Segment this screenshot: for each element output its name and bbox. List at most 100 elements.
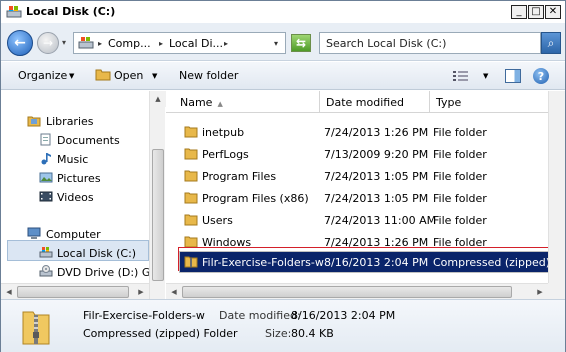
refresh-icon: ⇆ bbox=[295, 36, 307, 50]
folder-icon bbox=[184, 148, 198, 160]
column-header-type[interactable]: Type bbox=[430, 91, 565, 113]
minimize-button[interactable]: _ bbox=[511, 5, 527, 19]
breadcrumb-separator[interactable]: ▸ bbox=[224, 39, 228, 48]
computer-icon bbox=[27, 227, 41, 239]
scroll-right-icon[interactable]: ▶ bbox=[532, 284, 548, 300]
back-arrow-icon: ← bbox=[14, 35, 26, 51]
maximize-button[interactable]: □ bbox=[528, 5, 544, 19]
recent-pages-dropdown[interactable]: ▾ bbox=[62, 38, 66, 47]
breadcrumb-separator[interactable]: ▸ bbox=[98, 39, 102, 48]
file-date: 7/24/2013 1:05 PM bbox=[324, 192, 429, 205]
column-header-date[interactable]: Date modified bbox=[320, 91, 430, 113]
scroll-up-icon[interactable]: ▲ bbox=[150, 91, 166, 107]
nav-item-documents[interactable]: Documents bbox=[57, 134, 120, 147]
view-options-icon[interactable] bbox=[453, 70, 469, 82]
nav-item-pictures[interactable]: Pictures bbox=[57, 172, 101, 185]
details-pane: Filr-Exercise-Folders-w Compressed (zipp… bbox=[1, 299, 565, 352]
computer-icon bbox=[78, 37, 94, 49]
nav-item-videos[interactable]: Videos bbox=[57, 191, 94, 204]
column-header-row: Name ▲ Date modified Type bbox=[166, 91, 549, 113]
file-name: inetpub bbox=[202, 126, 245, 139]
organize-button[interactable]: Organize bbox=[18, 69, 67, 82]
close-button[interactable]: ✕ bbox=[545, 5, 561, 19]
scrollbar-corner bbox=[548, 283, 565, 299]
column-header-name[interactable]: Name ▲ bbox=[166, 91, 320, 113]
scroll-thumb[interactable] bbox=[152, 149, 164, 281]
nav-vertical-scrollbar[interactable]: ▲ bbox=[149, 91, 166, 299]
table-row-selected[interactable]: Filr-Exercise-Folders-w 8/16/2013 2:04 P… bbox=[179, 251, 565, 273]
file-name: Users bbox=[202, 214, 233, 227]
file-type: File folder bbox=[433, 192, 487, 205]
scroll-left-icon[interactable]: ◀ bbox=[166, 284, 182, 300]
file-type: File folder bbox=[433, 126, 487, 139]
drive-icon bbox=[6, 6, 22, 18]
breadcrumb-local-disk[interactable]: Local Di... bbox=[169, 37, 223, 50]
organize-caret-icon[interactable]: ▼ bbox=[69, 72, 74, 80]
file-date: 8/16/2013 2:04 PM bbox=[324, 256, 429, 269]
address-bar[interactable]: ▸ Comp... ▸ Local Di... ▸ ▾ bbox=[73, 32, 286, 54]
folder-icon bbox=[184, 170, 198, 182]
refresh-button[interactable]: ⇆ bbox=[291, 34, 311, 52]
search-icon: ⌕ bbox=[547, 35, 555, 50]
file-type: Compressed (zipped) Folder bbox=[433, 256, 565, 269]
table-row[interactable]: Program Files (x86) 7/24/2013 1:05 PM Fi… bbox=[166, 187, 549, 209]
help-icon[interactable]: ? bbox=[533, 68, 549, 84]
music-icon bbox=[41, 153, 51, 165]
table-row[interactable]: Program Files 7/24/2013 1:05 PM File fol… bbox=[166, 165, 549, 187]
breadcrumb-separator[interactable]: ▸ bbox=[159, 39, 163, 48]
videos-icon bbox=[39, 191, 53, 202]
file-name: Filr-Exercise-Folders-w bbox=[202, 256, 324, 269]
details-size-label: Size: bbox=[265, 327, 292, 340]
file-date: 7/24/2013 1:05 PM bbox=[324, 170, 429, 183]
list-vertical-scrollbar[interactable] bbox=[548, 91, 565, 283]
file-type: File folder bbox=[433, 148, 487, 161]
column-name-label: Name bbox=[180, 96, 213, 109]
back-button[interactable]: ← bbox=[7, 30, 33, 56]
breadcrumb-computer[interactable]: Comp... bbox=[108, 37, 151, 50]
preview-pane-icon[interactable] bbox=[505, 69, 521, 83]
file-date: 7/13/2009 9:20 PM bbox=[324, 148, 429, 161]
scroll-thumb[interactable] bbox=[17, 286, 129, 298]
nav-item-local-disk[interactable]: Local Disk (C:) bbox=[57, 247, 136, 260]
file-type: File folder bbox=[433, 214, 487, 227]
open-caret-icon[interactable]: ▼ bbox=[152, 72, 157, 80]
details-date-value: 8/16/2013 2:04 PM bbox=[291, 309, 396, 322]
explorer-window: Local Disk (C:) _ □ ✕ ← → ▾ ▸ Comp... ▸ … bbox=[0, 0, 566, 352]
nav-item-music[interactable]: Music bbox=[57, 153, 88, 166]
file-date: 7/24/2013 1:26 PM bbox=[324, 126, 429, 139]
table-row[interactable]: PerfLogs 7/13/2009 9:20 PM File folder bbox=[166, 143, 549, 165]
sort-ascending-icon: ▲ bbox=[217, 100, 223, 108]
open-button[interactable]: Open bbox=[114, 69, 143, 82]
title-bar: Local Disk (C:) _ □ ✕ bbox=[1, 1, 565, 23]
pictures-icon bbox=[39, 172, 53, 183]
forward-button[interactable]: → bbox=[37, 32, 59, 54]
scroll-thumb[interactable] bbox=[182, 286, 512, 298]
view-caret-icon[interactable]: ▼ bbox=[483, 72, 488, 80]
address-dropdown-icon[interactable]: ▾ bbox=[274, 39, 278, 48]
scroll-left-icon[interactable]: ◀ bbox=[1, 284, 17, 300]
nav-item-libraries[interactable]: Libraries bbox=[46, 115, 94, 128]
local-disk-icon bbox=[39, 247, 53, 258]
scroll-right-icon[interactable]: ▶ bbox=[133, 284, 149, 300]
nav-item-dvd-drive[interactable]: DVD Drive (D:) GRN bbox=[57, 266, 149, 279]
documents-icon bbox=[40, 133, 51, 146]
nav-horizontal-scrollbar[interactable]: ◀ ▶ bbox=[1, 283, 149, 299]
dvd-drive-icon bbox=[39, 265, 53, 277]
zip-file-icon bbox=[22, 311, 50, 345]
zip-folder-icon bbox=[184, 256, 198, 268]
address-row: ← → ▾ ▸ Comp... ▸ Local Di... ▸ ▾ ⇆ Sear… bbox=[1, 23, 565, 61]
command-bar: Organize ▼ Open ▼ New folder ▼ ? bbox=[1, 62, 565, 90]
folder-icon bbox=[184, 126, 198, 138]
details-file-type: Compressed (zipped) Folder bbox=[83, 327, 238, 340]
details-date-label: Date modified: bbox=[219, 309, 301, 322]
table-row[interactable]: inetpub 7/24/2013 1:26 PM File folder bbox=[166, 121, 549, 143]
nav-item-computer[interactable]: Computer bbox=[46, 228, 101, 241]
search-button[interactable]: ⌕ bbox=[541, 32, 561, 54]
file-name: Program Files (x86) bbox=[202, 192, 309, 205]
list-horizontal-scrollbar[interactable]: ◀ ▶ bbox=[166, 283, 548, 299]
details-file-name: Filr-Exercise-Folders-w bbox=[83, 309, 205, 322]
table-row[interactable]: Users 7/24/2013 11:00 AM File folder bbox=[166, 209, 549, 231]
file-name: Program Files bbox=[202, 170, 277, 183]
new-folder-button[interactable]: New folder bbox=[179, 69, 238, 82]
search-input[interactable]: Search Local Disk (C:) bbox=[319, 32, 541, 54]
